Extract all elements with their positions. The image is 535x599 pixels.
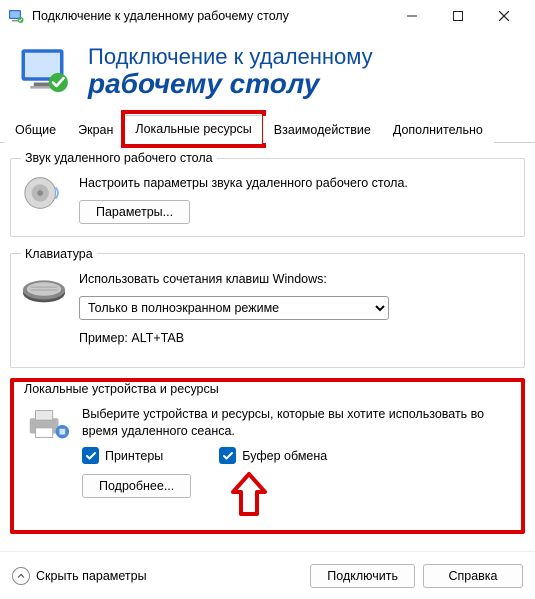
titlebar: Подключение к удаленному рабочему столу xyxy=(0,0,535,32)
checkbox-printers-label: Принтеры xyxy=(105,449,163,463)
group-keyboard-legend: Клавиатура xyxy=(21,247,97,261)
hide-options-label: Скрыть параметры xyxy=(36,569,147,583)
more-devices-button[interactable]: Подробнее... xyxy=(82,474,191,498)
keyboard-icon xyxy=(21,269,67,309)
group-local-devices-legend: Локальные устройства и ресурсы xyxy=(20,382,223,396)
header-line2: рабочему столу xyxy=(88,69,373,98)
hide-options-button[interactable]: Скрыть параметры xyxy=(12,567,147,585)
group-keyboard: Клавиатура Использовать сочетания клавиш… xyxy=(10,247,525,368)
keyboard-desc: Использовать сочетания клавиш Windows: xyxy=(79,271,514,288)
header-line1: Подключение к удаленному xyxy=(88,45,373,69)
close-button[interactable] xyxy=(481,0,527,32)
tab-content: Звук удаленного рабочего стола Настроить… xyxy=(0,143,535,534)
chevron-up-icon xyxy=(12,567,30,585)
minimize-button[interactable] xyxy=(389,0,435,32)
checkbox-printers[interactable]: Принтеры xyxy=(82,447,163,464)
tab-strip: Общие Экран Локальные ресурсы Взаимодейс… xyxy=(0,114,535,143)
rdp-monitor-icon xyxy=(18,44,74,100)
audio-settings-button[interactable]: Параметры... xyxy=(79,200,190,224)
annotation-highlight-devices: Локальные устройства и ресурсы Выберите … xyxy=(10,378,525,535)
window-title: Подключение к удаленному рабочему столу xyxy=(32,9,389,23)
checkmark-icon xyxy=(219,447,236,464)
annotation-arrow-up-icon xyxy=(229,472,269,518)
keyboard-example: Пример: ALT+TAB xyxy=(79,330,514,347)
tab-advanced[interactable]: Дополнительно xyxy=(382,116,494,143)
group-local-devices: Локальные устройства и ресурсы Выберите … xyxy=(14,382,521,531)
checkbox-clipboard[interactable]: Буфер обмена xyxy=(219,447,327,464)
tab-general[interactable]: Общие xyxy=(4,116,67,143)
tab-experience[interactable]: Взаимодействие xyxy=(263,116,382,143)
help-button[interactable]: Справка xyxy=(423,564,523,588)
checkmark-icon xyxy=(82,447,99,464)
tab-local-resources-label: Локальные ресурсы xyxy=(135,122,251,136)
tab-display[interactable]: Экран xyxy=(67,116,124,143)
group-remote-audio-legend: Звук удаленного рабочего стола xyxy=(21,151,217,165)
remote-audio-desc: Настроить параметры звука удаленного раб… xyxy=(79,175,514,192)
dialog-footer: Скрыть параметры Подключить Справка xyxy=(0,551,535,599)
printer-devices-icon xyxy=(24,404,70,444)
dialog-header: Подключение к удаленному рабочему столу xyxy=(0,32,535,114)
local-devices-desc: Выберите устройства и ресурсы, которые в… xyxy=(82,406,511,440)
connect-button[interactable]: Подключить xyxy=(310,564,415,588)
keyboard-combo-select[interactable]: Только в полноэкранном режиме xyxy=(79,296,389,320)
tab-local-resources[interactable]: Локальные ресурсы xyxy=(124,115,262,143)
maximize-button[interactable] xyxy=(435,0,481,32)
speaker-icon xyxy=(21,173,67,213)
rdp-app-icon xyxy=(8,8,24,24)
group-remote-audio: Звук удаленного рабочего стола Настроить… xyxy=(10,151,525,237)
checkbox-clipboard-label: Буфер обмена xyxy=(242,449,327,463)
